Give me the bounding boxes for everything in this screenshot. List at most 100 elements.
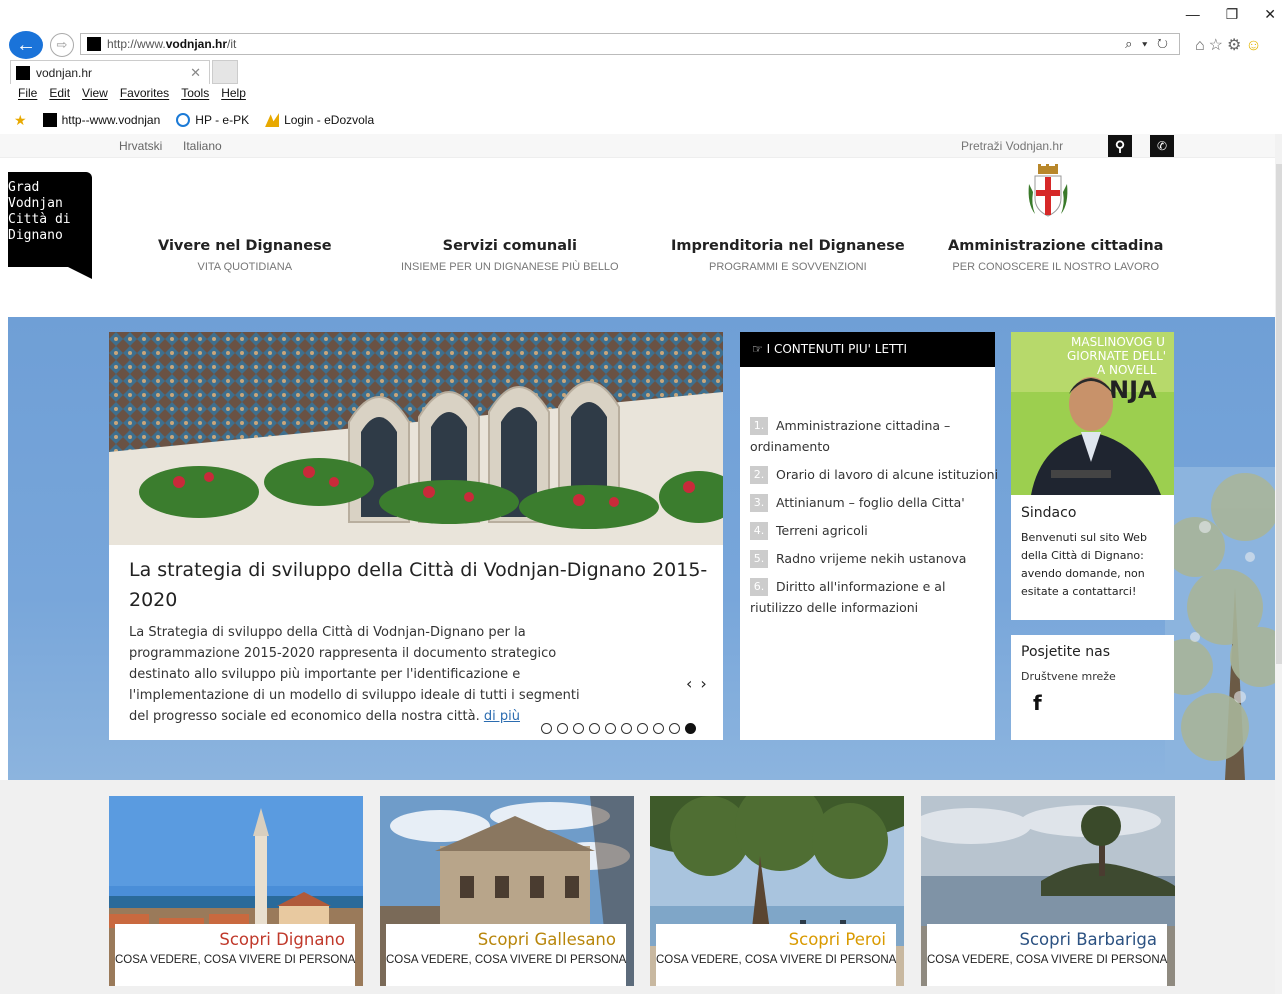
favorites-bar: ★ http--www.vodnjan HP - e-PK Login - eD… xyxy=(14,110,374,130)
card-dignano[interactable]: Scopri Dignano COSA VEDERE, COSA VIVERE … xyxy=(109,796,363,986)
minimize-button[interactable]: — xyxy=(1186,6,1200,23)
card-title[interactable]: Scopri Gallesano xyxy=(386,930,616,949)
slide-more-link[interactable]: di più xyxy=(484,709,520,724)
slide-text: La Strategia di sviluppo della Città di … xyxy=(129,625,580,724)
tab-vodnjan[interactable]: vodnjan.hr ✕ xyxy=(10,60,210,84)
visit-us-panel: Posjetite nas Društvene mreže f xyxy=(1011,635,1174,740)
menu-view[interactable]: View xyxy=(82,86,108,106)
search-button[interactable]: ⚲ xyxy=(1108,135,1132,157)
menu-edit[interactable]: Edit xyxy=(49,86,70,106)
news-slider[interactable]: La strategia di sviluppo della Città di … xyxy=(109,332,723,740)
card-peroi[interactable]: Scopri Peroi COSA VEDERE, COSA VIVERE DI… xyxy=(650,796,904,986)
page-scrollbar[interactable] xyxy=(1275,134,1282,994)
card-title[interactable]: Scopri Peroi xyxy=(656,930,886,949)
favorite-edozvola[interactable]: Login - eDozvola xyxy=(265,113,374,127)
svg-text:NJA: NJA xyxy=(1109,376,1157,404)
mayor-title[interactable]: Sindaco xyxy=(1011,495,1174,521)
slide-image[interactable] xyxy=(109,332,723,545)
card-barbariga[interactable]: Scopri Barbariga COSA VEDERE, COSA VIVER… xyxy=(921,796,1175,986)
card-subtitle: COSA VEDERE, COSA VIVERE DI PERSONA xyxy=(115,954,356,966)
lang-italiano[interactable]: Italiano xyxy=(183,139,222,153)
search-input[interactable] xyxy=(956,136,1101,156)
most-read-item[interactable]: 3. Attinianum – foglio della Citta' xyxy=(750,492,995,513)
mayor-panel[interactable]: MASLINOVOG U GIORNATE DELL' A NOVELL NJA… xyxy=(1011,332,1174,620)
new-tab-button[interactable] xyxy=(212,60,238,84)
address-tools[interactable]: ⌕ ▾ ↻ xyxy=(1125,36,1171,52)
scroll-thumb[interactable] xyxy=(1276,164,1282,664)
slide-dot[interactable] xyxy=(541,723,552,734)
black-square-icon xyxy=(42,113,57,127)
site-topbar: Hrvatski Italiano ⚲ ✆ xyxy=(0,134,1275,158)
slide-dot[interactable] xyxy=(621,723,632,734)
nav-servizi[interactable]: Servizi comunali INSIEME PER UN DIGNANES… xyxy=(401,238,619,273)
hand-pointer-icon: ☞ xyxy=(752,342,763,356)
most-read-list: 1. Amministrazione cittadina – ordinament… xyxy=(740,367,998,618)
window-controls: — ❐ ✕ xyxy=(1186,6,1276,23)
menu-favorites[interactable]: Favorites xyxy=(120,86,169,106)
nav-amministrazione[interactable]: Amministrazione cittadina PER CONOSCERE … xyxy=(948,238,1163,273)
card-subtitle: COSA VEDERE, COSA VIVERE DI PERSONA xyxy=(656,954,897,966)
phone-icon: ✆ xyxy=(1156,139,1168,153)
site-favicon-icon xyxy=(87,37,101,51)
slide-arrows: ‹› xyxy=(686,674,715,693)
site-logo[interactable]: Grad Vodnjan Città di Dignano xyxy=(8,172,92,279)
svg-text:MASLINOVOG U: MASLINOVOG U xyxy=(1071,335,1165,349)
card-gallesano-caption: Scopri Gallesano COSA VEDERE, COSA VIVER… xyxy=(386,924,626,986)
favorite-hp-epk[interactable]: HP - e-PK xyxy=(176,113,249,127)
menu-file[interactable]: File xyxy=(18,86,37,106)
tab-close-icon[interactable]: ✕ xyxy=(190,65,201,81)
restore-button[interactable]: ❐ xyxy=(1226,6,1239,23)
prev-slide-button[interactable]: ‹ xyxy=(686,674,700,693)
card-peroi-caption: Scopri Peroi COSA VEDERE, COSA VIVERE DI… xyxy=(656,924,896,986)
slide-dot[interactable] xyxy=(589,723,600,734)
smiley-icon[interactable]: ☺ xyxy=(1245,37,1265,54)
most-read-item[interactable]: 2. Orario di lavoro di alcune istituzioni xyxy=(750,464,998,485)
visit-subtitle: Društvene mreže xyxy=(1021,670,1116,683)
slide-dot[interactable] xyxy=(669,723,680,734)
menu-help[interactable]: Help xyxy=(221,86,246,106)
card-gallesano[interactable]: Scopri Gallesano COSA VEDERE, COSA VIVER… xyxy=(380,796,634,986)
tab-title: vodnjan.hr xyxy=(36,66,93,80)
next-slide-button[interactable]: › xyxy=(700,674,714,693)
back-button[interactable]: ← xyxy=(9,31,43,59)
forward-button[interactable]: ⇨ xyxy=(50,33,74,57)
slide-dot[interactable] xyxy=(637,723,648,734)
mayor-photo[interactable]: MASLINOVOG U GIORNATE DELL' A NOVELL NJA xyxy=(1011,332,1174,495)
tab-strip: vodnjan.hr ✕ xyxy=(0,60,1282,84)
nav-imprenditoria[interactable]: Imprenditoria nel Dignanese PROGRAMMI E … xyxy=(671,238,905,273)
facebook-icon[interactable]: f xyxy=(1011,683,1174,715)
slide-dot[interactable] xyxy=(557,723,568,734)
address-url[interactable]: http://www.vodnjan.hr/it xyxy=(107,37,236,51)
card-title[interactable]: Scopri Barbariga xyxy=(927,930,1157,949)
home-star-gear-icon[interactable]: ⌂☆⚙ xyxy=(1195,37,1245,54)
edozvola-icon xyxy=(265,113,280,127)
favorites-star-icon[interactable]: ★ xyxy=(14,112,27,129)
nav-vivere[interactable]: Vivere nel Dignanese VITA QUOTIDIANA xyxy=(158,238,332,273)
slide-title[interactable]: La strategia di sviluppo della Città di … xyxy=(129,555,709,615)
most-read-item[interactable]: 5. Radno vrijeme nekih ustanova xyxy=(750,548,995,569)
tab-favicon-icon xyxy=(16,66,30,80)
most-read-item[interactable]: 1. Amministrazione cittadina – ordinament… xyxy=(750,415,995,457)
phone-button[interactable]: ✆ xyxy=(1150,135,1174,157)
slide-dot[interactable] xyxy=(573,723,584,734)
arrow-left-icon: ← xyxy=(16,34,36,56)
address-bar[interactable]: http://www.vodnjan.hr/it ⌕ ▾ ↻ xyxy=(80,33,1180,55)
browser-toolbar-icons[interactable]: ⌂☆⚙☺ xyxy=(1195,35,1266,55)
most-read-item[interactable]: 4. Terreni agricoli xyxy=(750,520,995,541)
webpage: Hrvatski Italiano ⚲ ✆ Grad Vodnjan Città… xyxy=(0,134,1275,994)
visit-title: Posjetite nas xyxy=(1021,644,1110,660)
slide-dot[interactable] xyxy=(685,723,696,734)
mayor-photo-image: MASLINOVOG U GIORNATE DELL' A NOVELL NJA xyxy=(1011,332,1174,495)
close-window-button[interactable]: ✕ xyxy=(1264,6,1276,23)
slide-dot[interactable] xyxy=(605,723,616,734)
menu-tools[interactable]: Tools xyxy=(181,86,209,106)
olive-tree-image xyxy=(1165,467,1275,780)
favorite-vodnjan[interactable]: http--www.vodnjan xyxy=(42,113,160,127)
slide-dot[interactable] xyxy=(653,723,664,734)
city-crest-icon xyxy=(1028,164,1068,217)
svg-text:A NOVELL: A NOVELL xyxy=(1097,363,1157,377)
address-row: ← ⇨ http://www.vodnjan.hr/it ⌕ ▾ ↻ ⌂☆⚙☺ xyxy=(0,28,1282,60)
lang-hrvatski[interactable]: Hrvatski xyxy=(119,139,162,153)
card-title[interactable]: Scopri Dignano xyxy=(115,930,345,949)
most-read-item[interactable]: 6. Diritto all'informazione e al riutiliz… xyxy=(750,576,995,618)
